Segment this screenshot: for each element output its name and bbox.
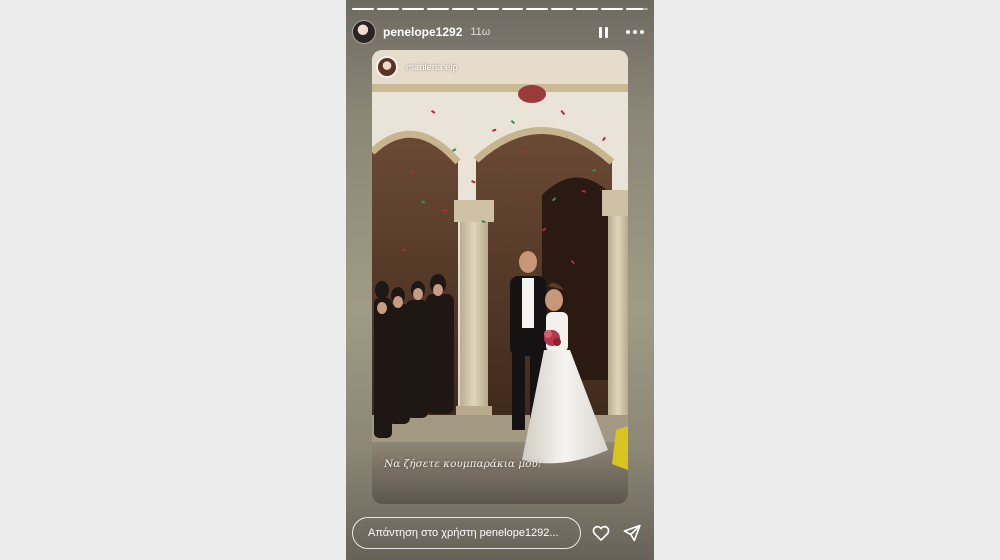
reply-input[interactable] [352, 517, 581, 549]
pause-icon[interactable] [594, 23, 612, 41]
progress-segment-fill [451, 8, 474, 10]
progress-segment-fill [601, 8, 624, 10]
heart-icon[interactable] [591, 523, 611, 543]
author-username[interactable]: penelope1292 [383, 25, 462, 39]
progress-segment [451, 8, 474, 10]
story-photo [372, 50, 628, 504]
progress-segment-fill [526, 8, 549, 10]
repost-avatar[interactable] [376, 56, 398, 78]
progress-segment [626, 8, 649, 10]
progress-segment [401, 8, 424, 10]
progress-segment [476, 8, 499, 10]
progress-segment-fill [401, 8, 424, 10]
repost-username[interactable]: marilena.elp [406, 62, 458, 73]
progress-segment-fill [352, 8, 374, 10]
progress-segment [576, 8, 599, 10]
progress-segment [376, 8, 399, 10]
repost-attribution[interactable]: marilena.elp [376, 56, 458, 78]
wedding-photo-image [372, 50, 628, 504]
progress-segment-fill [426, 8, 449, 10]
progress-segment [501, 8, 524, 10]
story-viewer: penelope1292 11ω marilena.elp Να ζήσετε … [346, 0, 654, 560]
progress-segment-fill [501, 8, 524, 10]
progress-segment-fill [376, 8, 399, 10]
progress-segment [526, 8, 549, 10]
progress-segment-fill [576, 8, 599, 10]
progress-segment [601, 8, 624, 10]
story-time-ago: 11ω [470, 26, 491, 38]
more-icon[interactable] [624, 23, 646, 41]
story-header: penelope1292 11ω [352, 18, 646, 46]
progress-segment-fill [626, 8, 643, 10]
progress-segment [352, 8, 374, 10]
progress-segment [551, 8, 574, 10]
author-avatar[interactable] [352, 20, 376, 44]
progress-segment-fill [476, 8, 499, 10]
progress-segment-fill [551, 8, 574, 10]
send-icon[interactable] [622, 523, 642, 543]
story-progress-bar [352, 8, 649, 10]
story-caption: Να ζήσετε κουμπαράκια μου! [384, 458, 543, 470]
progress-segment [426, 8, 449, 10]
